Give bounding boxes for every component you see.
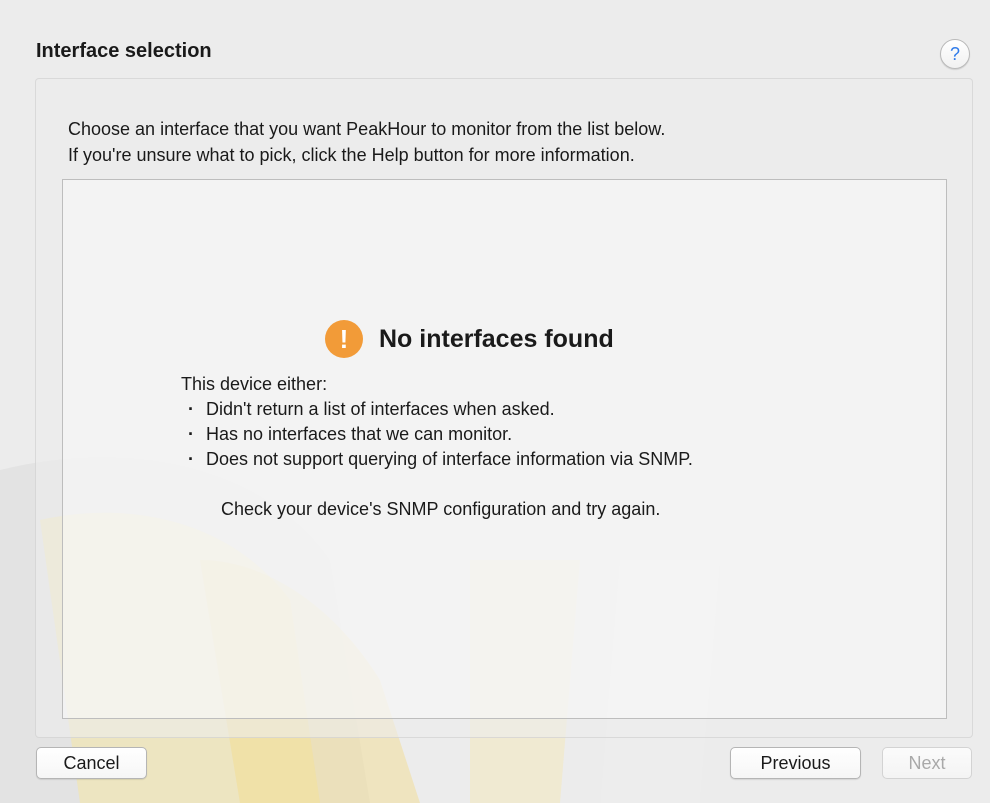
- instructions-line-2: If you're unsure what to pick, click the…: [68, 145, 635, 165]
- previous-button[interactable]: Previous: [730, 747, 861, 779]
- reason-item: Didn't return a list of interfaces when …: [181, 397, 693, 422]
- empty-state-explanation: This device either: Didn't return a list…: [181, 372, 693, 472]
- reason-item: Does not support querying of interface i…: [181, 447, 693, 472]
- advice-text: Check your device's SNMP configuration a…: [221, 499, 661, 519]
- cancel-button[interactable]: Cancel: [36, 747, 147, 779]
- instructions-text: Choose an interface that you want PeakHo…: [68, 116, 665, 168]
- warning-icon: !: [325, 320, 363, 358]
- page-title: Interface selection: [36, 40, 212, 62]
- next-button[interactable]: Next: [882, 747, 972, 779]
- reason-item: Has no interfaces that we can monitor.: [181, 422, 693, 447]
- empty-state-title: No interfaces found: [379, 324, 614, 353]
- question-mark-icon: ?: [949, 44, 960, 64]
- explanation-lead: This device either:: [181, 374, 328, 394]
- empty-state-heading: ! No interfaces found: [325, 320, 614, 358]
- help-button[interactable]: ?: [940, 39, 970, 69]
- reason-list: Didn't return a list of interfaces when …: [181, 397, 693, 472]
- instructions-line-1: Choose an interface that you want PeakHo…: [68, 119, 666, 139]
